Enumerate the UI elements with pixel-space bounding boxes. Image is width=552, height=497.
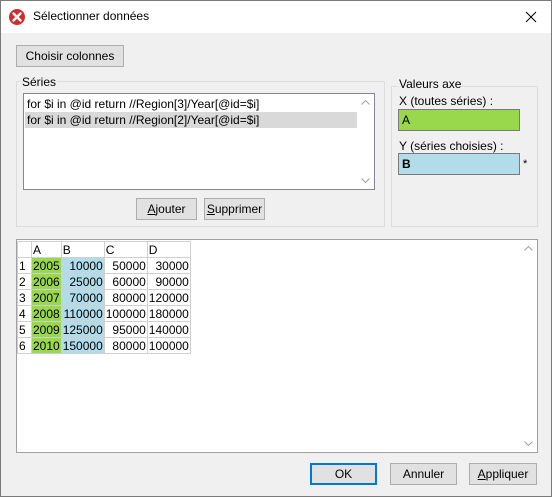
table-cell[interactable]: 2006 — [31, 273, 62, 290]
column-header-d[interactable]: D — [146, 241, 191, 258]
grid-scroll-down-icon[interactable] — [520, 435, 537, 452]
table-cell[interactable]: 80000 — [103, 289, 148, 306]
column-header-row: A B C D — [17, 241, 191, 258]
cancel-button[interactable]: Annuler — [390, 463, 457, 485]
table-cell[interactable]: 25000 — [60, 273, 105, 290]
table-row: 5 2009 125000 95000 140000 — [17, 321, 191, 338]
table-cell[interactable]: 2005 — [31, 257, 62, 274]
table-cell[interactable]: 125000 — [60, 321, 105, 338]
choose-columns-button[interactable]: Choisir colonnes — [16, 45, 124, 67]
table-cell[interactable]: 120000 — [146, 289, 191, 306]
remove-button[interactable]: Supprimer — [204, 198, 265, 220]
title-bar: Sélectionner données — [1, 1, 551, 33]
table-cell[interactable]: 110000 — [60, 305, 105, 322]
row-header[interactable]: 1 — [17, 257, 32, 274]
series-scrollbar[interactable] — [357, 94, 374, 189]
axis-values-label: Valeurs axe — [398, 77, 463, 91]
scroll-up-icon[interactable] — [357, 94, 374, 111]
x-axis-field[interactable]: A — [398, 109, 520, 131]
data-table: A B C D 1 2005 10000 50000 30000 2 2006 25000 60… — [17, 241, 191, 354]
grid-scrollbar[interactable] — [520, 240, 537, 452]
table-row: 6 2010 150000 80000 100000 — [17, 337, 191, 354]
row-header[interactable]: 6 — [17, 337, 32, 354]
add-button[interactable]: Ajouter — [136, 198, 197, 220]
close-icon — [525, 11, 537, 23]
row-header[interactable]: 3 — [17, 289, 32, 306]
row-header[interactable]: 4 — [17, 305, 32, 322]
scroll-down-icon[interactable] — [357, 172, 374, 189]
column-header-c[interactable]: C — [103, 241, 148, 258]
table-cell[interactable]: 180000 — [146, 305, 191, 322]
table-cell[interactable]: 2010 — [31, 337, 62, 354]
y-axis-field[interactable]: B — [398, 153, 520, 175]
series-group-label: Séries — [21, 75, 58, 89]
table-row: 3 2007 70000 80000 120000 — [17, 289, 191, 306]
table-row: 1 2005 10000 50000 30000 — [17, 257, 191, 274]
table-cell[interactable]: 60000 — [103, 273, 148, 290]
apply-button[interactable]: Appliquer — [469, 463, 537, 485]
table-cell[interactable]: 150000 — [60, 337, 105, 354]
y-axis-value: B — [402, 157, 411, 171]
altova-x-icon — [9, 9, 25, 25]
series-item-selected[interactable]: for $i in @id return //Region[2]/Year[@i… — [25, 112, 359, 128]
table-cell[interactable]: 10000 — [60, 257, 105, 274]
corner-cell — [17, 241, 32, 258]
table-cell[interactable]: 2007 — [31, 289, 62, 306]
data-grid[interactable]: A B C D 1 2005 10000 50000 30000 2 2006 25000 60… — [16, 239, 538, 453]
row-header[interactable]: 2 — [17, 273, 32, 290]
table-cell[interactable]: 100000 — [146, 337, 191, 354]
series-list[interactable]: for $i in @id return //Region[3]/Year[@i… — [23, 93, 375, 190]
apply-button-label: ppliquer — [485, 467, 529, 481]
column-header-a[interactable]: A — [31, 241, 62, 258]
remove-button-mnemonic: S — [206, 202, 215, 216]
table-cell[interactable]: 95000 — [103, 321, 148, 338]
grid-scroll-up-icon[interactable] — [520, 240, 537, 257]
table-cell[interactable]: 50000 — [103, 257, 148, 274]
y-axis-label: Y (séries choisies) : — [399, 139, 504, 153]
add-button-label: jouter — [155, 202, 186, 216]
table-row: 2 2006 25000 60000 90000 — [17, 273, 191, 290]
apply-button-mnemonic: A — [477, 467, 486, 481]
ok-button[interactable]: OK — [310, 463, 377, 485]
table-cell[interactable]: 2008 — [31, 305, 62, 322]
window-title: Sélectionner données — [33, 9, 150, 23]
table-row: 4 2008 110000 100000 180000 — [17, 305, 191, 322]
series-item[interactable]: for $i in @id return //Region[3]/Year[@i… — [25, 96, 359, 112]
remove-button-label: upprimer — [214, 202, 263, 216]
table-cell[interactable]: 100000 — [103, 305, 148, 322]
y-axis-marker: * — [523, 158, 528, 170]
table-cell[interactable]: 30000 — [146, 257, 191, 274]
table-cell[interactable]: 140000 — [146, 321, 191, 338]
table-cell[interactable]: 80000 — [103, 337, 148, 354]
column-header-b[interactable]: B — [60, 241, 105, 258]
table-cell[interactable]: 2009 — [31, 321, 62, 338]
x-axis-label: X (toutes séries) : — [399, 94, 494, 108]
close-button[interactable] — [517, 5, 545, 29]
table-cell[interactable]: 70000 — [60, 289, 105, 306]
table-cell[interactable]: 90000 — [146, 273, 191, 290]
row-header[interactable]: 5 — [17, 321, 32, 338]
select-data-dialog: Sélectionner données Choisir colonnes Sé… — [0, 0, 552, 497]
x-axis-value: A — [402, 113, 411, 127]
